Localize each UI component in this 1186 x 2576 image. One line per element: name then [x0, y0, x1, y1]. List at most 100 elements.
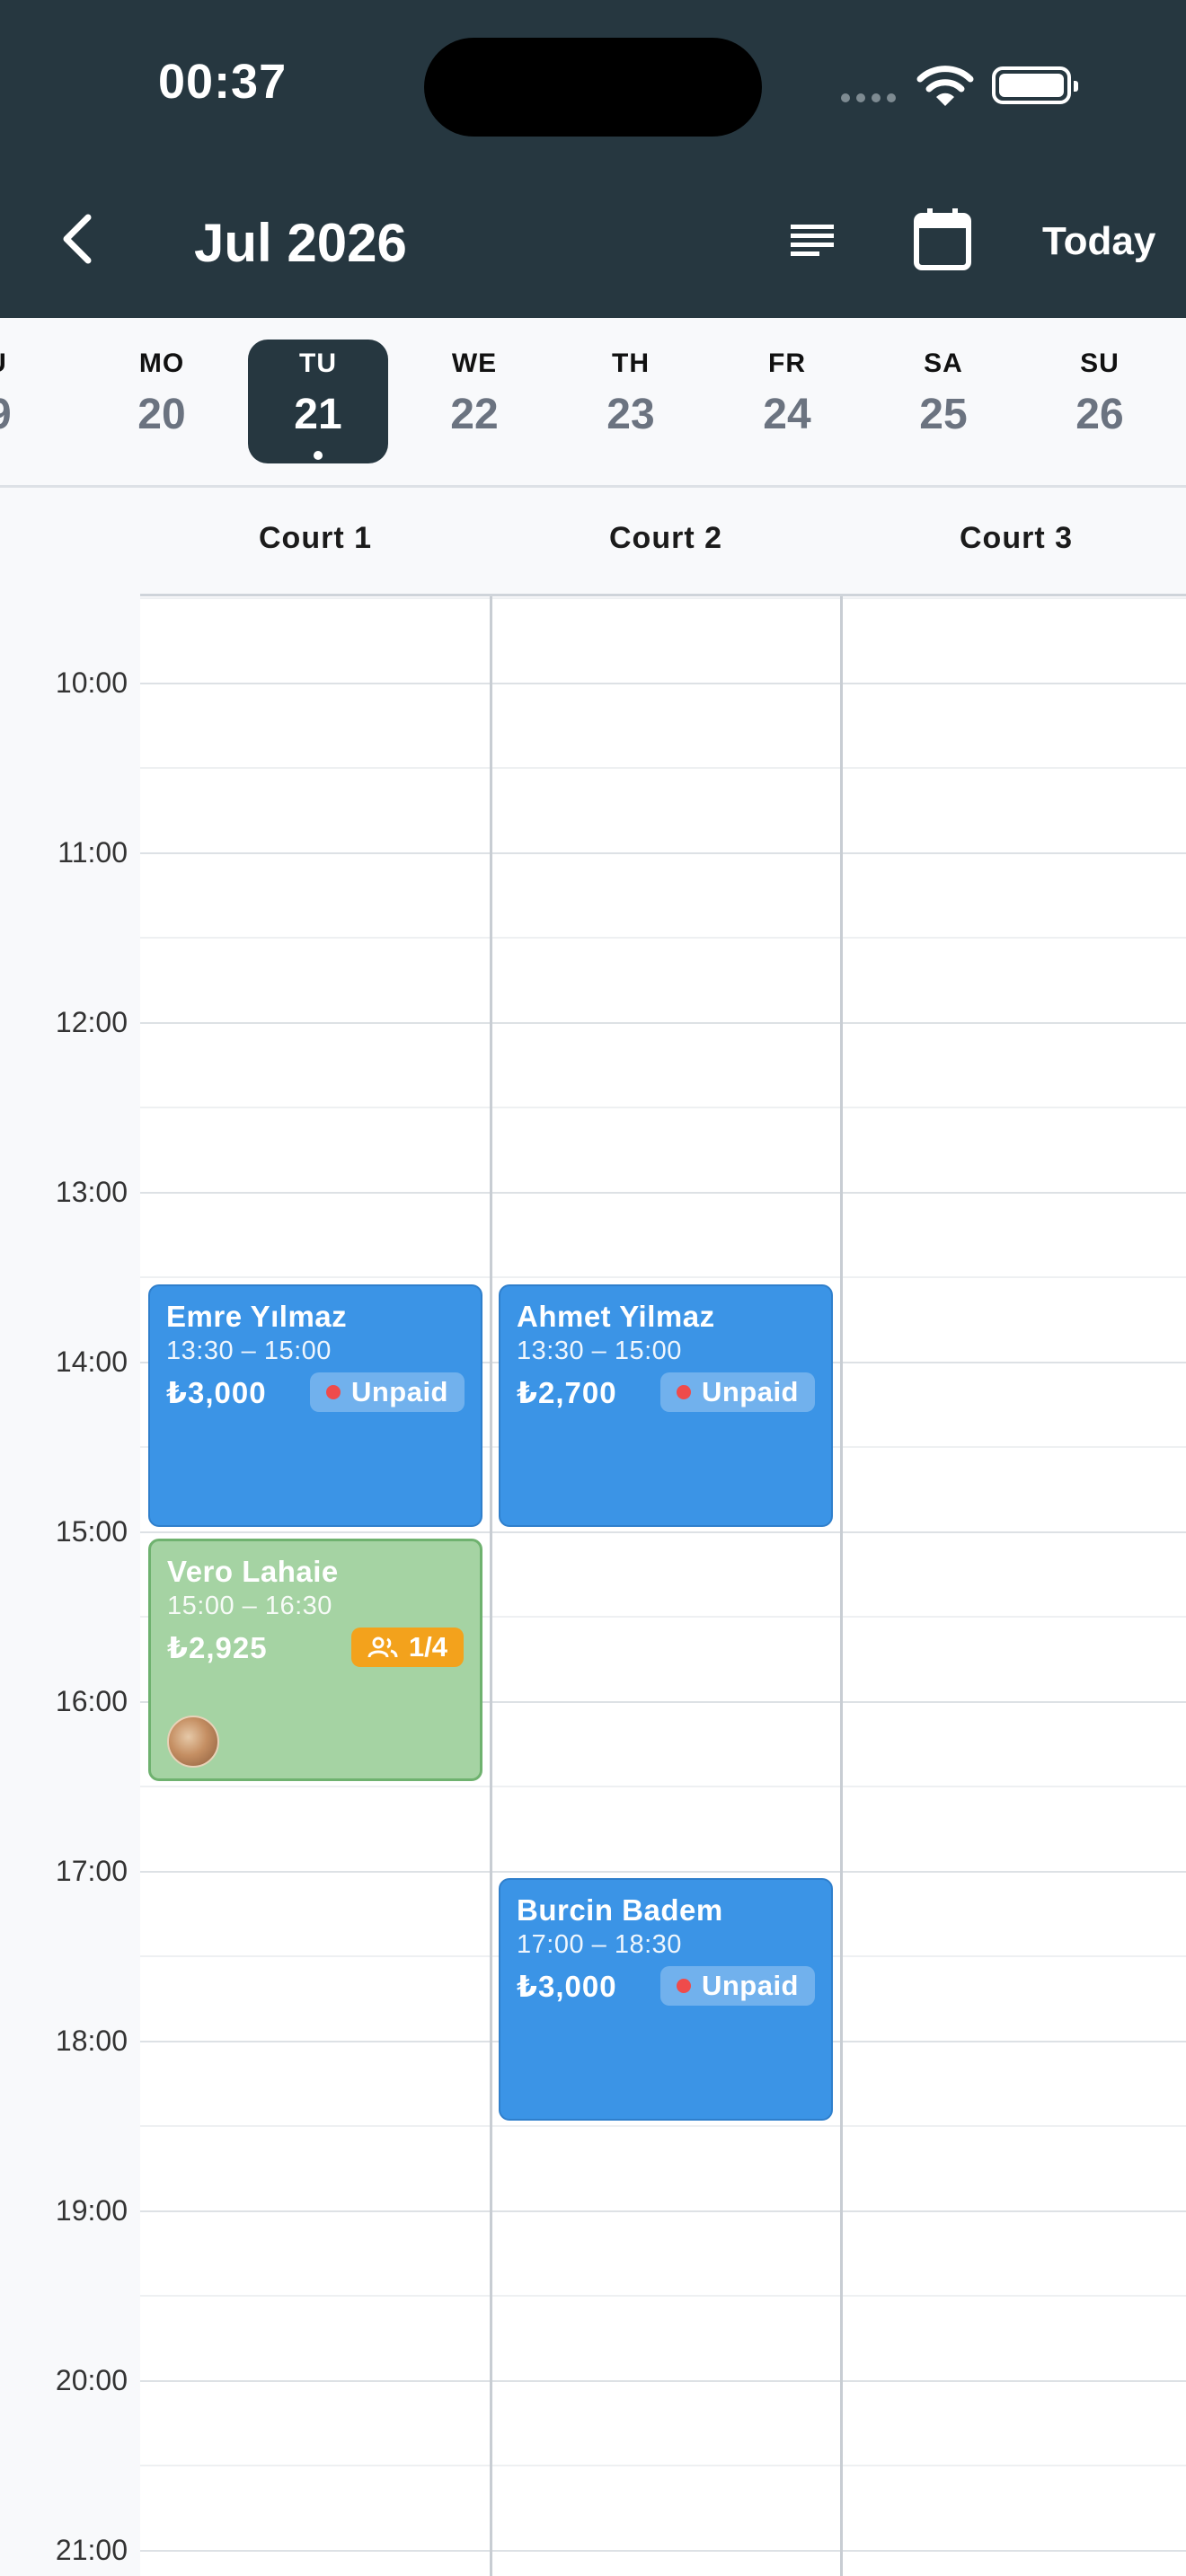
booking-price: ₺3,000 [517, 1969, 617, 2003]
day-we-22[interactable]: WE 22 [404, 340, 544, 463]
payment-status: Unpaid [701, 1376, 799, 1407]
day-name: SU [1080, 348, 1120, 378]
hour-gridline [140, 852, 1186, 854]
payment-status: Unpaid [701, 1970, 799, 2001]
day-number: 23 [606, 391, 655, 438]
booking-price: ₺3,000 [166, 1375, 267, 1409]
list-icon [791, 225, 834, 256]
booking-time: 15:00 – 16:30 [167, 1592, 332, 1620]
court-divider [490, 596, 492, 2576]
half-hour-gridline [140, 597, 1186, 599]
back-chevron-icon [63, 214, 92, 264]
unpaid-badge: Unpaid [659, 1372, 815, 1412]
day-mo-20[interactable]: MO 20 [92, 340, 232, 463]
day-name: WE [451, 348, 498, 378]
signal-icon [841, 93, 896, 102]
booking-card[interactable]: Ahmet Yilmaz 13:30 – 15:00 ₺2,700 Unpaid [499, 1284, 833, 1527]
booking-time: 13:30 – 15:00 [517, 1337, 682, 1365]
booking-price: ₺2,700 [517, 1375, 617, 1409]
half-hour-gridline [140, 1107, 1186, 1108]
dynamic-island [424, 38, 762, 137]
court-header-1: Court 1 [259, 521, 372, 555]
day-tu-21[interactable]: TU 21 [248, 340, 388, 463]
month-title[interactable]: Jul 2026 [194, 212, 407, 274]
booking-price: ₺2,925 [167, 1630, 268, 1664]
half-hour-gridline [140, 2465, 1186, 2466]
time-label: 13:00 [55, 1176, 128, 1208]
day-th-23[interactable]: TH 23 [561, 340, 701, 463]
unpaid-dot-icon [676, 1979, 691, 1993]
hour-gridline [140, 1531, 1186, 1533]
avatar [167, 1716, 219, 1768]
court-header-2: Court 2 [609, 521, 722, 555]
group-booking-card[interactable]: Vero Lahaie 15:00 – 16:30 ₺2,925 1/4 [148, 1539, 482, 1781]
half-hour-gridline [140, 2295, 1186, 2297]
day-number: 22 [450, 391, 499, 438]
time-label: 16:00 [55, 1685, 128, 1717]
unpaid-dot-icon [676, 1385, 691, 1399]
day-sa-25[interactable]: SA 25 [873, 340, 1013, 463]
day-number: 20 [137, 391, 186, 438]
booking-name: Emre Yılmaz [166, 1300, 348, 1333]
participants-badge: 1/4 [350, 1628, 464, 1667]
unpaid-dot-icon [325, 1385, 341, 1399]
list-view-button[interactable] [787, 212, 841, 269]
day-number: 21 [294, 391, 342, 438]
hour-gridline [140, 2210, 1186, 2212]
time-label: 19:00 [55, 2194, 128, 2227]
hour-gridline [140, 1192, 1186, 1194]
today-button[interactable]: Today [1042, 219, 1155, 264]
day-name: TH [612, 348, 650, 378]
day-number: 19 [0, 390, 58, 439]
day-name: FR [768, 348, 806, 378]
participants-count: 1/4 [408, 1631, 447, 1663]
booking-name: Burcin Badem [517, 1893, 723, 1927]
unpaid-badge: Unpaid [309, 1372, 465, 1412]
time-label: 15:00 [55, 1515, 128, 1548]
day-su-26[interactable]: SU 26 [1030, 340, 1170, 463]
status-time: 00:37 [158, 55, 288, 109]
day-number: 26 [1075, 391, 1124, 438]
time-label: 17:00 [55, 1855, 128, 1887]
hour-gridline [140, 683, 1186, 684]
booking-time: 13:30 – 15:00 [166, 1337, 332, 1365]
unpaid-badge: Unpaid [659, 1966, 815, 2006]
day-name: TU [299, 348, 337, 378]
time-label: 12:00 [55, 1006, 128, 1038]
half-hour-gridline [140, 1276, 1186, 1278]
booking-name: Ahmet Yilmaz [517, 1300, 715, 1333]
group-icon [367, 1636, 398, 1658]
hour-gridline [140, 1022, 1186, 1024]
calendar-button[interactable] [913, 207, 978, 275]
calendar-icon [914, 208, 971, 270]
time-label: 21:00 [55, 2534, 128, 2566]
half-hour-gridline [140, 1786, 1186, 1787]
day-fr-24[interactable]: FR 24 [717, 340, 857, 463]
back-button[interactable] [50, 203, 104, 275]
half-hour-gridline [140, 937, 1186, 939]
time-label: 10:00 [55, 666, 128, 699]
day-name: SA [924, 348, 963, 378]
time-label: 20:00 [55, 2364, 128, 2396]
day-number: 25 [919, 391, 968, 438]
hour-gridline [140, 2550, 1186, 2552]
half-hour-gridline [140, 2125, 1186, 2127]
booking-name: Vero Lahaie [167, 1555, 339, 1588]
time-label: 11:00 [58, 836, 128, 869]
wifi-icon [916, 66, 974, 106]
battery-icon [992, 66, 1078, 104]
has-events-dot [314, 451, 323, 460]
day-name: MO [138, 348, 185, 378]
time-label: 14:00 [55, 1345, 128, 1378]
booking-time: 17:00 – 18:30 [517, 1930, 682, 1959]
court-divider [840, 596, 843, 2576]
payment-status: Unpaid [350, 1376, 448, 1407]
hour-gridline [140, 1871, 1186, 1873]
booking-card[interactable]: Emre Yılmaz 13:30 – 15:00 ₺3,000 Unpaid [148, 1284, 482, 1527]
day-su-19[interactable]: SU 19 [0, 340, 58, 463]
hour-gridline [140, 2380, 1186, 2382]
app-header: 00:37 Jul 2026 Today [0, 0, 1186, 318]
booking-card[interactable]: Burcin Badem 17:00 – 18:30 ₺3,000 Unpaid [499, 1878, 833, 2121]
court-header-3: Court 3 [960, 521, 1073, 555]
day-name: SU [0, 348, 58, 379]
